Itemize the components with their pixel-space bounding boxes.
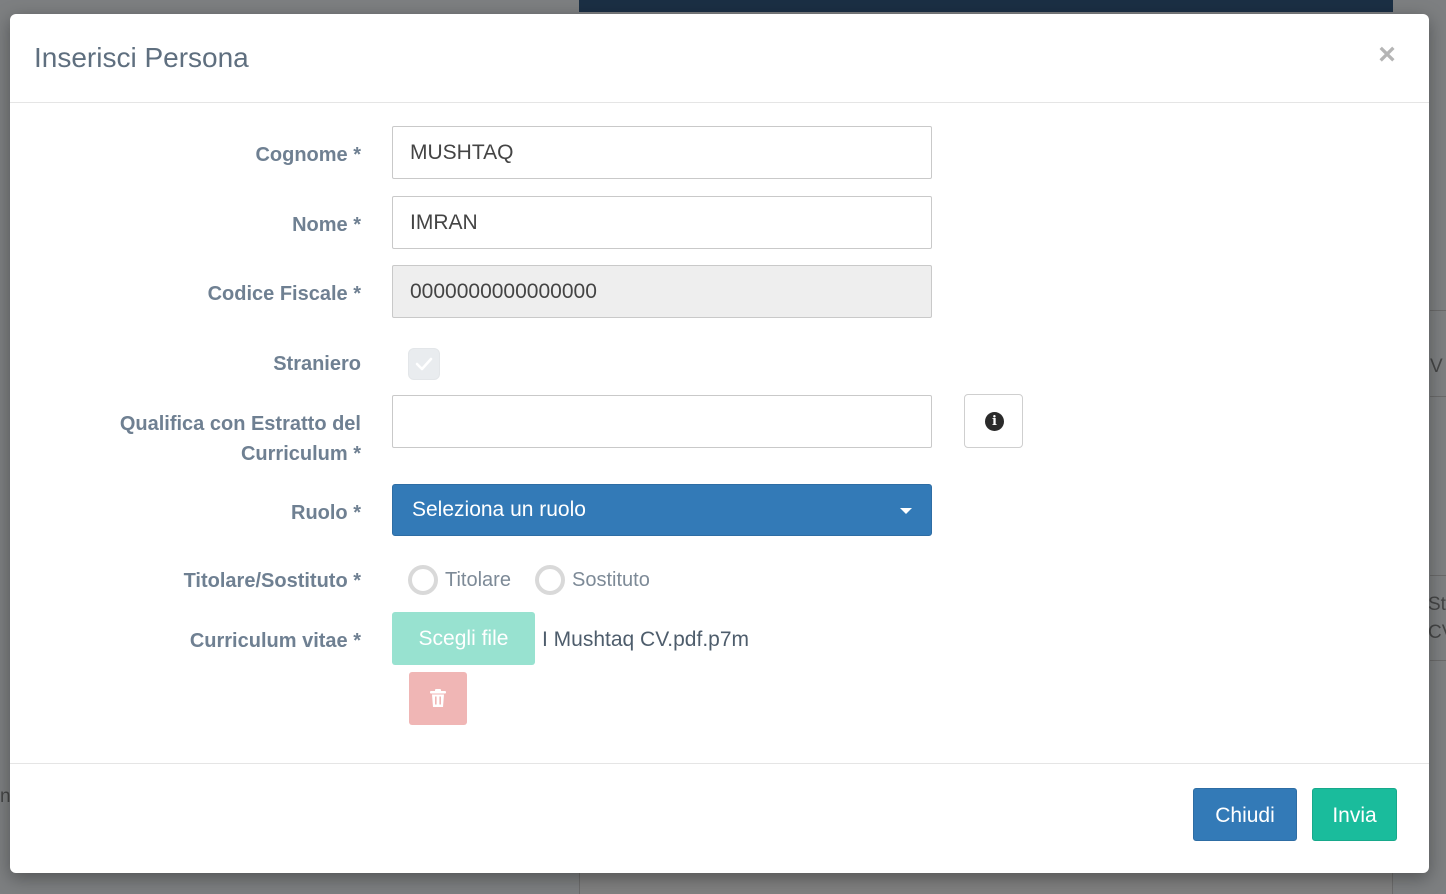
delete-file-button[interactable] [409,672,467,725]
caret-down-icon [900,508,912,514]
titolare-radio[interactable] [408,565,438,595]
titolare-sostituto-label: Titolare/Sostituto * [183,570,361,592]
info-circle-icon: i [985,412,1004,431]
trash-icon [430,689,446,707]
info-button[interactable]: i [964,394,1023,448]
qualifica-label-line2: Curriculum * [240,443,361,465]
sostituto-radio[interactable] [535,565,565,595]
background-text: CV [1428,622,1446,643]
modal-header: Inserisci Persona × [10,14,1429,103]
check-icon [415,357,433,371]
background-divider [1430,575,1446,576]
qualifica-input[interactable] [392,395,932,448]
ruolo-selected-value: Seleziona un ruolo [412,498,586,521]
ruolo-label: Ruolo * [291,502,361,524]
nome-input[interactable]: IMRAN [392,196,932,249]
background-divider [1430,660,1446,661]
modal-body: Cognome * MUSHTAQ Nome * IMRAN Codice Fi… [10,103,1429,764]
background-divider [1430,396,1446,397]
straniero-label: Straniero [273,353,361,375]
modal-footer: Chiudi Invia [10,764,1429,872]
sostituto-radio-label[interactable]: Sostituto [572,565,650,595]
background-divider [1430,310,1446,311]
background-text: Sta [1428,594,1446,615]
background-header-bar [579,0,1393,12]
modal-title: Inserisci Persona [34,42,249,73]
choose-file-button[interactable]: Scegli file [392,612,535,665]
background-text: V [1430,356,1443,377]
cognome-label: Cognome * [255,144,361,166]
qualifica-label-line1: Qualifica con Estratto del [119,413,361,435]
invia-button[interactable]: Invia [1312,788,1397,841]
straniero-checkbox [408,348,440,380]
chiudi-button[interactable]: Chiudi [1193,788,1297,841]
insert-person-modal: Inserisci Persona × Cognome * MUSHTAQ No… [10,14,1429,873]
selected-file-name: I Mushtaq CV.pdf.p7m [542,628,750,651]
cognome-input[interactable]: MUSHTAQ [392,126,932,179]
curriculum-label: Curriculum vitae * [189,630,361,652]
titolare-radio-label[interactable]: Titolare [445,565,511,595]
close-icon[interactable]: × [1375,38,1399,72]
codice-fiscale-input: 0000000000000000 [392,265,932,318]
nome-label: Nome * [292,214,361,236]
codice-fiscale-label: Codice Fiscale * [207,283,361,305]
ruolo-select[interactable]: Seleziona un ruolo [392,484,932,536]
